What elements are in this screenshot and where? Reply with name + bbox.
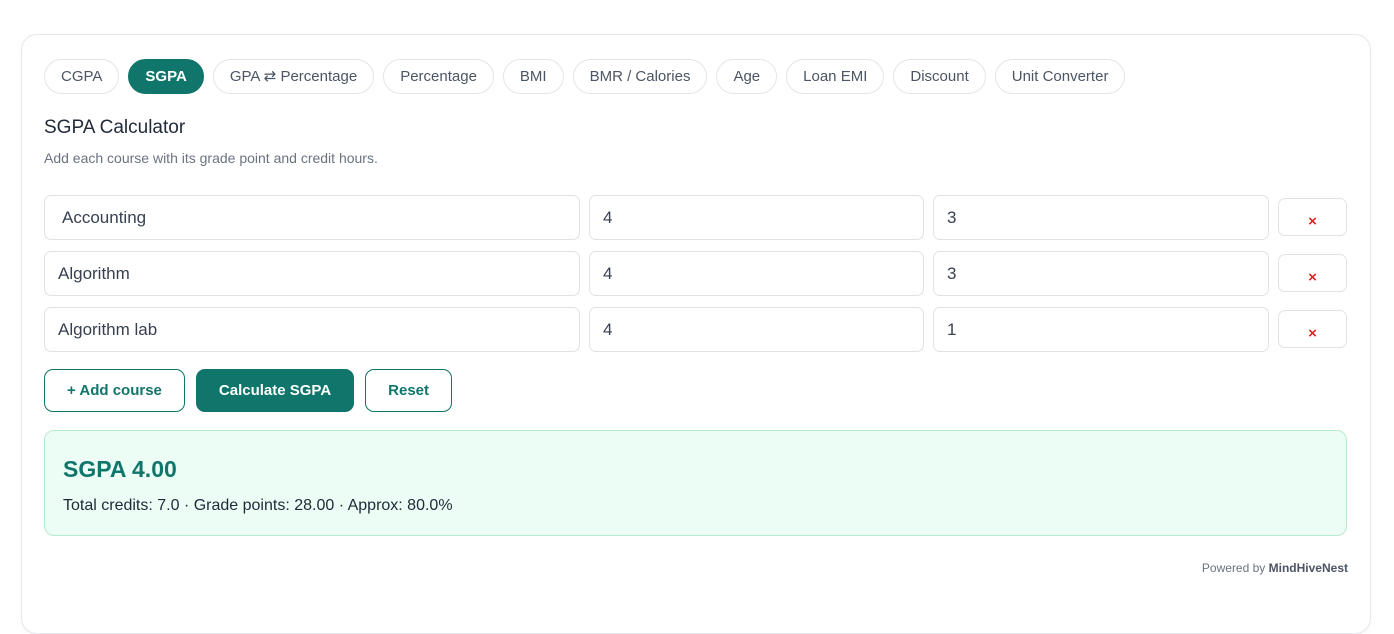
close-icon: × <box>1308 269 1317 286</box>
course-name-input[interactable] <box>44 307 580 352</box>
calculator-subtitle: Add each course with its grade point and… <box>44 150 378 166</box>
course-row: × <box>44 307 1347 352</box>
brand-name[interactable]: MindHiveNest <box>1269 561 1348 575</box>
remove-course-button[interactable]: × <box>1278 254 1347 292</box>
course-list: × × × <box>44 195 1347 363</box>
tab-gpa-percentage[interactable]: GPA ⇄ Percentage <box>212 59 375 94</box>
calculator-card: CGPA SGPA GPA ⇄ Percentage Percentage BM… <box>21 34 1371 634</box>
course-row: × <box>44 251 1347 296</box>
calculate-sgpa-button[interactable]: Calculate SGPA <box>195 369 355 412</box>
tab-discount[interactable]: Discount <box>893 59 986 94</box>
add-course-button[interactable]: + Add course <box>44 369 185 412</box>
powered-by-prefix: Powered by <box>1201 561 1266 575</box>
credit-hours-input[interactable] <box>933 251 1269 296</box>
tab-bmr-calories[interactable]: BMR / Calories <box>572 59 708 94</box>
close-icon: × <box>1308 325 1317 342</box>
close-icon: × <box>1308 213 1317 230</box>
grade-point-input[interactable] <box>589 307 924 352</box>
course-row: × <box>44 195 1347 240</box>
tab-percentage[interactable]: Percentage <box>383 59 494 94</box>
action-bar: + Add course Calculate SGPA Reset <box>44 369 453 412</box>
powered-by: Powered by MindHiveNest <box>1202 561 1348 575</box>
tab-bmi[interactable]: BMI <box>502 59 564 94</box>
remove-course-button[interactable]: × <box>1278 198 1347 236</box>
result-detail: Total credits: 7.0 · Grade points: 28.00… <box>63 497 453 514</box>
grade-point-input[interactable] <box>589 251 924 296</box>
result-panel: SGPA 4.00 Total credits: 7.0 · Grade poi… <box>44 430 1347 536</box>
tab-loan-emi[interactable]: Loan EMI <box>786 59 885 94</box>
tab-sgpa[interactable]: SGPA <box>128 59 204 94</box>
calculator-title: SGPA Calculator <box>44 117 186 138</box>
calculator-tabs: CGPA SGPA GPA ⇄ Percentage Percentage BM… <box>44 59 1126 94</box>
grade-point-input[interactable] <box>589 195 924 240</box>
tab-cgpa[interactable]: CGPA <box>44 59 120 94</box>
tab-age[interactable]: Age <box>716 59 778 94</box>
course-name-input[interactable] <box>44 195 580 240</box>
credit-hours-input[interactable] <box>933 307 1269 352</box>
remove-course-button[interactable]: × <box>1278 310 1347 348</box>
result-title: SGPA 4.00 <box>63 456 177 482</box>
course-name-input[interactable] <box>44 251 580 296</box>
reset-button[interactable]: Reset <box>365 369 453 412</box>
credit-hours-input[interactable] <box>933 195 1269 240</box>
tab-unit-converter[interactable]: Unit Converter <box>994 59 1126 94</box>
